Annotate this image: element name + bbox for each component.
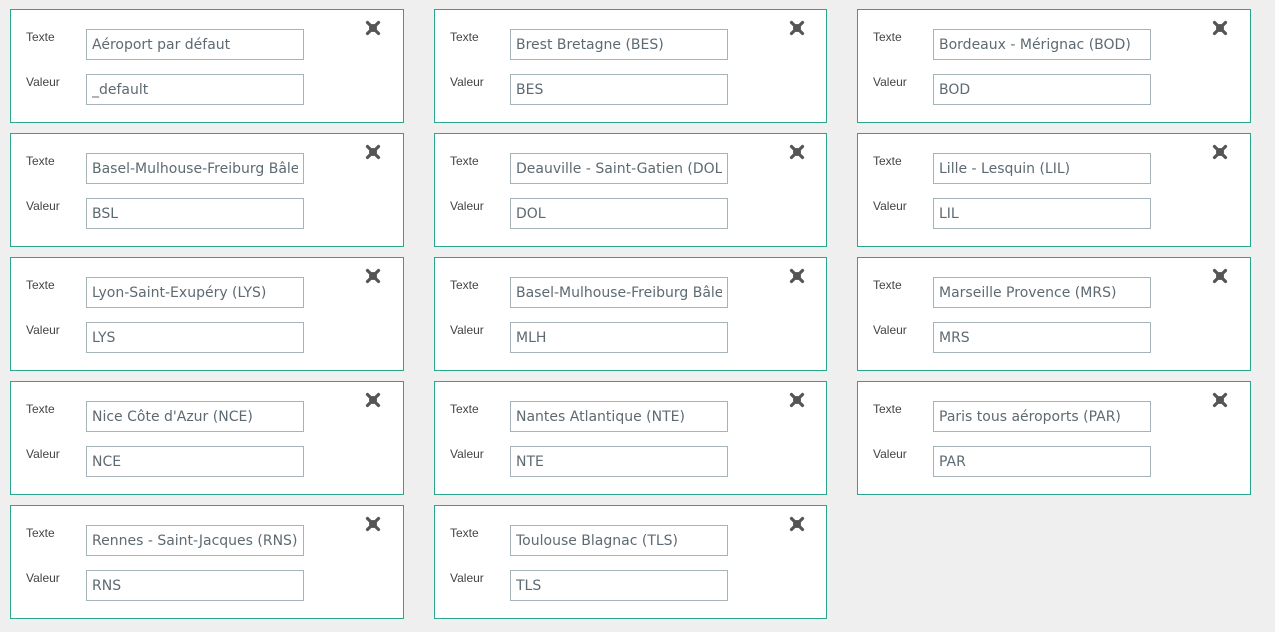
- close-icon: [1212, 392, 1228, 408]
- text-input[interactable]: [86, 277, 304, 308]
- value-label: Valeur: [873, 75, 907, 89]
- value-input[interactable]: [933, 446, 1151, 477]
- value-label: Valeur: [873, 323, 907, 337]
- value-input[interactable]: [510, 446, 728, 477]
- value-input[interactable]: [933, 74, 1151, 105]
- text-label: Texte: [26, 278, 55, 292]
- option-entries-grid: Texte Valeur Texte Valeur Texte Valeur: [10, 9, 1251, 619]
- text-label: Texte: [26, 30, 55, 44]
- close-icon: [789, 516, 805, 532]
- text-label: Texte: [450, 30, 479, 44]
- close-icon: [789, 144, 805, 160]
- option-entry-card: Texte Valeur: [857, 257, 1251, 371]
- text-label: Texte: [873, 154, 902, 168]
- remove-entry-button[interactable]: [364, 143, 382, 161]
- option-entry-card: Texte Valeur: [10, 257, 404, 371]
- value-label: Valeur: [26, 323, 60, 337]
- value-input[interactable]: [510, 570, 728, 601]
- value-label: Valeur: [26, 75, 60, 89]
- text-input[interactable]: [933, 277, 1151, 308]
- value-label: Valeur: [873, 199, 907, 213]
- text-label: Texte: [26, 154, 55, 168]
- value-label: Valeur: [450, 75, 484, 89]
- text-input[interactable]: [933, 401, 1151, 432]
- text-label: Texte: [26, 526, 55, 540]
- text-input[interactable]: [86, 401, 304, 432]
- option-entry-card: Texte Valeur: [857, 133, 1251, 247]
- close-icon: [365, 144, 381, 160]
- remove-entry-button[interactable]: [364, 267, 382, 285]
- remove-entry-button[interactable]: [364, 19, 382, 37]
- option-entry-card: Texte Valeur: [10, 505, 404, 619]
- close-icon: [365, 516, 381, 532]
- value-label: Valeur: [450, 199, 484, 213]
- close-icon: [1212, 144, 1228, 160]
- text-label: Texte: [26, 402, 55, 416]
- close-icon: [365, 268, 381, 284]
- text-input[interactable]: [86, 525, 304, 556]
- value-label: Valeur: [873, 447, 907, 461]
- option-entry-card: Texte Valeur: [434, 257, 827, 371]
- value-label: Valeur: [26, 571, 60, 585]
- remove-entry-button[interactable]: [364, 391, 382, 409]
- value-input[interactable]: [510, 322, 728, 353]
- remove-entry-button[interactable]: [788, 267, 806, 285]
- option-entry-card: Texte Valeur: [434, 133, 827, 247]
- value-input[interactable]: [86, 446, 304, 477]
- text-label: Texte: [450, 278, 479, 292]
- value-input[interactable]: [510, 74, 728, 105]
- option-entry-card: Texte Valeur: [10, 133, 404, 247]
- remove-entry-button[interactable]: [788, 19, 806, 37]
- close-icon: [1212, 268, 1228, 284]
- text-input[interactable]: [933, 29, 1151, 60]
- value-label: Valeur: [450, 571, 484, 585]
- close-icon: [789, 20, 805, 36]
- text-input[interactable]: [86, 29, 304, 60]
- text-input[interactable]: [510, 29, 728, 60]
- close-icon: [789, 392, 805, 408]
- value-input[interactable]: [86, 198, 304, 229]
- option-entry-card: Texte Valeur: [434, 9, 827, 123]
- text-label: Texte: [450, 526, 479, 540]
- option-entry-card: Texte Valeur: [857, 9, 1251, 123]
- option-entry-card: Texte Valeur: [10, 9, 404, 123]
- text-input[interactable]: [933, 153, 1151, 184]
- option-entry-card: Texte Valeur: [10, 381, 404, 495]
- value-input[interactable]: [933, 322, 1151, 353]
- value-input[interactable]: [86, 570, 304, 601]
- value-label: Valeur: [26, 199, 60, 213]
- close-icon: [365, 20, 381, 36]
- value-label: Valeur: [450, 323, 484, 337]
- remove-entry-button[interactable]: [364, 515, 382, 533]
- remove-entry-button[interactable]: [1211, 143, 1229, 161]
- text-label: Texte: [450, 154, 479, 168]
- value-input[interactable]: [510, 198, 728, 229]
- text-input[interactable]: [510, 525, 728, 556]
- text-label: Texte: [450, 402, 479, 416]
- value-input[interactable]: [86, 322, 304, 353]
- remove-entry-button[interactable]: [788, 515, 806, 533]
- remove-entry-button[interactable]: [1211, 267, 1229, 285]
- remove-entry-button[interactable]: [1211, 19, 1229, 37]
- text-input[interactable]: [510, 277, 728, 308]
- remove-entry-button[interactable]: [1211, 391, 1229, 409]
- value-label: Valeur: [450, 447, 484, 461]
- close-icon: [365, 392, 381, 408]
- text-label: Texte: [873, 278, 902, 292]
- remove-entry-button[interactable]: [788, 391, 806, 409]
- option-entry-card: Texte Valeur: [434, 505, 827, 619]
- text-input[interactable]: [86, 153, 304, 184]
- remove-entry-button[interactable]: [788, 143, 806, 161]
- option-entry-card: Texte Valeur: [857, 381, 1251, 495]
- close-icon: [789, 268, 805, 284]
- value-input[interactable]: [86, 74, 304, 105]
- value-label: Valeur: [26, 447, 60, 461]
- option-entry-card: Texte Valeur: [434, 381, 827, 495]
- text-label: Texte: [873, 402, 902, 416]
- text-label: Texte: [873, 30, 902, 44]
- text-input[interactable]: [510, 153, 728, 184]
- close-icon: [1212, 20, 1228, 36]
- value-input[interactable]: [933, 198, 1151, 229]
- text-input[interactable]: [510, 401, 728, 432]
